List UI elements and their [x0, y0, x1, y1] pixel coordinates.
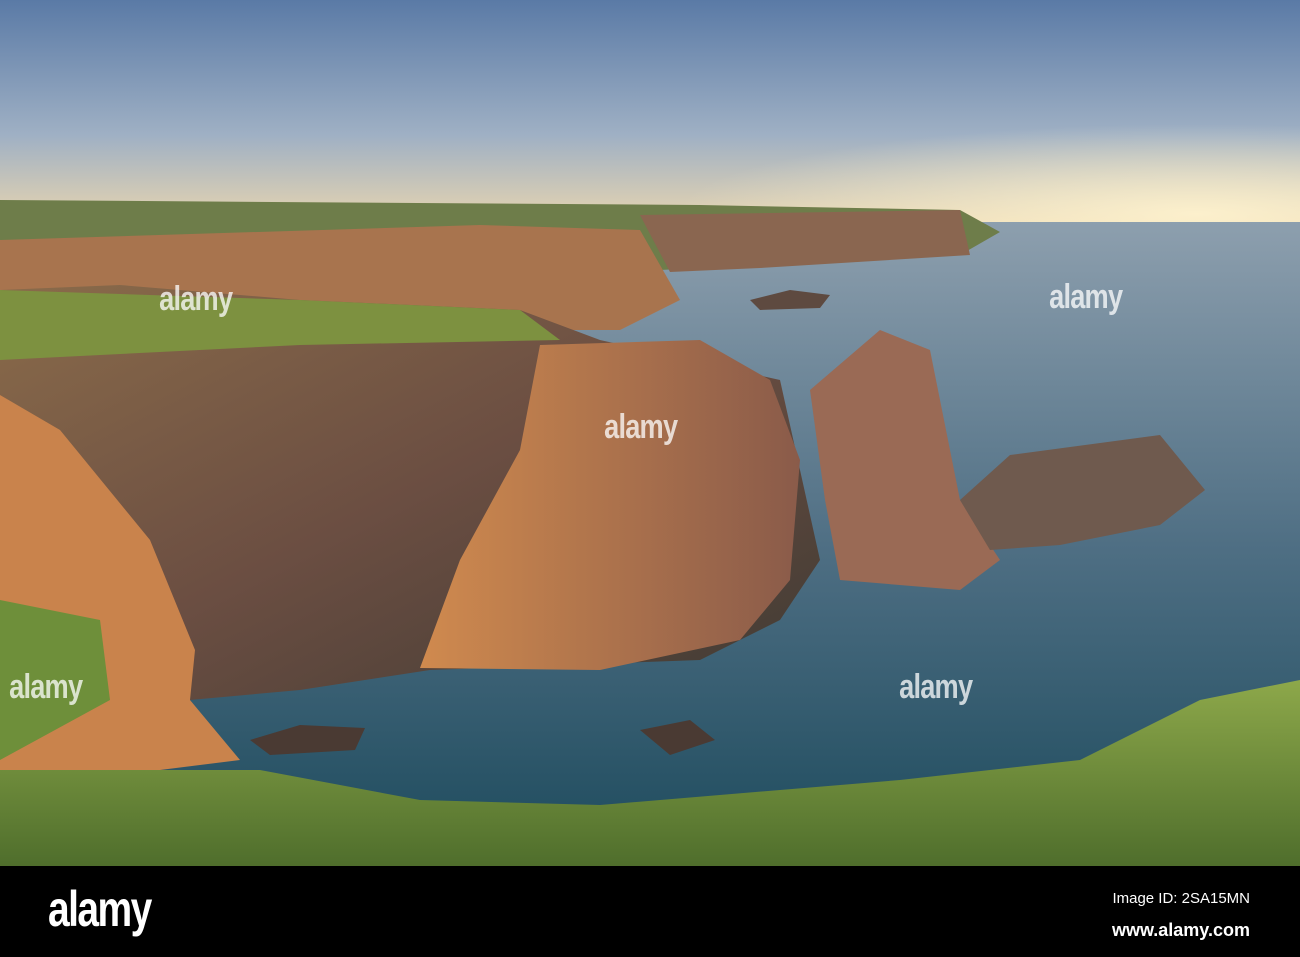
site-url: www.alamy.com: [1111, 920, 1250, 940]
image-id: Image ID: 2SA15MN: [1112, 890, 1250, 907]
watermark: alamy: [159, 280, 233, 318]
watermark: alamy: [604, 408, 678, 446]
stock-photo-page: alamy alamy alamy alamy alamy alamy Imag…: [0, 0, 1300, 957]
alamy-logo: alamy: [48, 881, 152, 937]
watermark: alamy: [1049, 278, 1123, 316]
watermark: alamy: [9, 668, 83, 706]
watermark: alamy: [899, 668, 973, 706]
footer-bar: alamy Image ID: 2SA15MN www.alamy.com: [0, 866, 1300, 957]
